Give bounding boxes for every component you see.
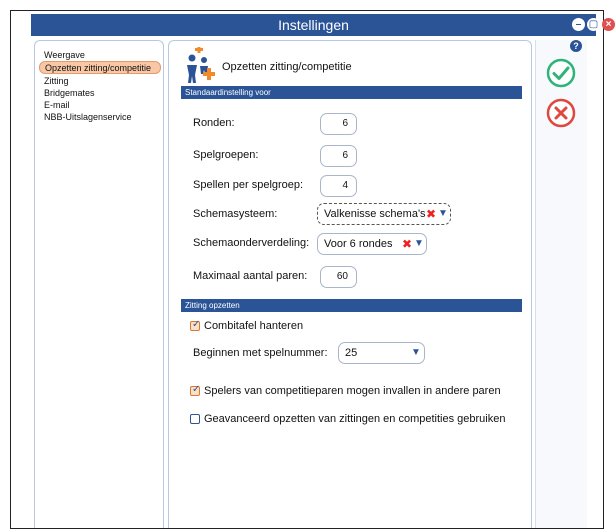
schema-system-label: Schemasysteem: — [193, 208, 278, 220]
schema-system-select[interactable]: Valkenisse schema's ✖ ▼ — [317, 203, 451, 225]
page-title: Opzetten zitting/competitie — [222, 61, 352, 73]
section-header-session: Zitting opzetten — [181, 299, 522, 312]
cancel-button[interactable] — [546, 98, 576, 128]
chevron-down-icon[interactable]: ▼ — [414, 234, 424, 254]
combitafel-checkbox[interactable]: ✓ — [190, 319, 201, 331]
check-icon: ✓ — [192, 384, 201, 395]
clear-icon[interactable]: ✖ — [402, 234, 412, 254]
combitafel-label: Combitafel hanteren — [204, 320, 304, 332]
sidebar-item-opzetten[interactable]: Opzetten zitting/competitie — [39, 61, 161, 74]
advanced-label: Geavanceerd opzetten van zittingen en co… — [204, 413, 506, 425]
games-per-group-label: Spellen per spelgroep: — [193, 179, 304, 191]
players-substitute-checkbox[interactable]: ✓ — [190, 384, 201, 396]
schema-system-value: Valkenisse schema's — [324, 208, 426, 220]
help-icon[interactable]: ? — [570, 40, 582, 52]
check-icon: ✓ — [192, 319, 201, 330]
schema-division-value: Voor 6 rondes — [324, 238, 393, 250]
section-header-standard: Standaardinstelling voor — [181, 86, 522, 99]
title-bar: Instellingen – ▢ × — [31, 14, 615, 36]
groups-input[interactable]: 6 — [320, 145, 357, 167]
rounds-input[interactable]: 6 — [320, 113, 357, 135]
advanced-checkbox[interactable] — [190, 414, 200, 424]
max-pairs-input[interactable]: 60 — [320, 266, 357, 288]
rounds-label: Ronden: — [193, 117, 235, 129]
groups-label: Spelgroepen: — [193, 149, 259, 161]
schema-division-label: Schemaonderverdeling: — [193, 237, 310, 249]
start-game-label: Beginnen met spelnummer: — [193, 347, 328, 359]
window-title: Instellingen — [278, 17, 349, 33]
maximize-icon[interactable]: ▢ — [587, 18, 600, 31]
chevron-down-icon[interactable]: ▼ — [438, 204, 448, 224]
people-plus-icon — [187, 47, 215, 83]
close-icon[interactable]: × — [602, 18, 615, 31]
players-substitute-label: Spelers van competitieparen mogen invall… — [204, 385, 501, 397]
clear-icon[interactable]: ✖ — [426, 204, 436, 224]
sidebar-item-nbb[interactable]: NBB-Uitslagenservice — [39, 111, 132, 124]
start-game-select[interactable]: 25 ▼ — [338, 342, 425, 364]
games-per-group-input[interactable]: 4 — [320, 175, 357, 197]
max-pairs-label: Maximaal aantal paren: — [193, 270, 308, 282]
schema-division-select[interactable]: Voor 6 rondes ✖ ▼ — [317, 233, 427, 255]
start-game-value: 25 — [345, 347, 358, 359]
settings-window: Weergave Opzetten zitting/competitie Zit… — [31, 36, 596, 529]
check-circle-icon — [546, 58, 576, 88]
ok-button[interactable] — [546, 58, 576, 88]
minimize-icon[interactable]: – — [572, 18, 585, 31]
chevron-down-icon[interactable]: ▼ — [411, 343, 421, 363]
settings-sidebar: Weergave Opzetten zitting/competitie Zit… — [34, 40, 164, 529]
